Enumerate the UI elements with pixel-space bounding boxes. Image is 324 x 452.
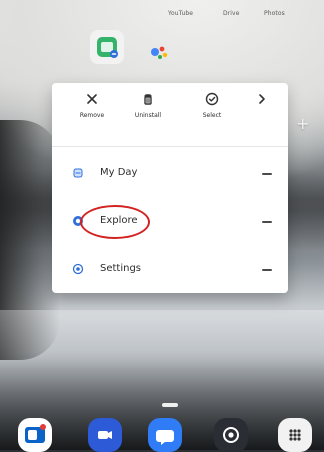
select-label: Select [202, 112, 222, 119]
settings-icon [72, 263, 84, 275]
top-app-label-youtube: YouTube [168, 10, 194, 17]
gear-icon [223, 427, 239, 443]
shortcut-label-settings: Settings [100, 263, 142, 274]
my-day-icon [73, 168, 83, 178]
drag-handle-icon[interactable] [262, 221, 272, 223]
page-indicator [162, 403, 178, 407]
shortcut-settings[interactable]: Settings [52, 253, 288, 285]
remove-action[interactable]: Remove [66, 91, 118, 135]
drag-handle-icon[interactable] [262, 269, 272, 271]
outlook-icon [25, 424, 46, 443]
remove-label: Remove [79, 112, 105, 119]
dock [0, 416, 324, 452]
home-screen: YouTube Drive Photos + Remove Uninstall … [0, 0, 324, 452]
drag-handle-icon[interactable] [262, 173, 272, 175]
dock-app-messages[interactable] [148, 418, 182, 452]
dock-app-settings[interactable] [214, 418, 248, 452]
zoom-icon [98, 431, 112, 439]
green-app-icon [97, 37, 118, 58]
select-action[interactable]: Select [186, 91, 238, 135]
top-app-row: YouTube Drive Photos [0, 0, 324, 22]
trash-icon [144, 94, 152, 105]
uninstall-action[interactable]: Uninstall [122, 91, 174, 135]
shortcut-my-day[interactable]: My Day [52, 157, 288, 189]
uninstall-label: Uninstall [134, 112, 162, 119]
chevron-right-icon [259, 94, 265, 104]
top-app-label-drive: Drive [223, 10, 240, 17]
message-icon [156, 430, 174, 445]
app-icon-green[interactable] [90, 30, 124, 64]
app-icon-assistant[interactable] [140, 36, 180, 68]
check-circle-icon [205, 92, 219, 106]
close-icon [87, 94, 97, 104]
dock-app-zoom[interactable] [88, 418, 122, 452]
more-actions-button[interactable] [242, 91, 282, 135]
dock-app-drawer[interactable] [278, 418, 312, 452]
app-shortcuts-popup: Remove Uninstall Select My Day Explore S… [52, 83, 288, 293]
add-page-plus-icon[interactable]: + [296, 114, 309, 133]
assistant-icon [151, 46, 168, 59]
explore-highlight-annotation [80, 205, 150, 239]
top-app-label-photos: Photos [264, 10, 285, 17]
popup-divider [52, 146, 288, 147]
dock-app-outlook[interactable] [18, 418, 52, 452]
shortcut-label-my-day: My Day [100, 167, 138, 178]
apps-icon [289, 429, 301, 441]
